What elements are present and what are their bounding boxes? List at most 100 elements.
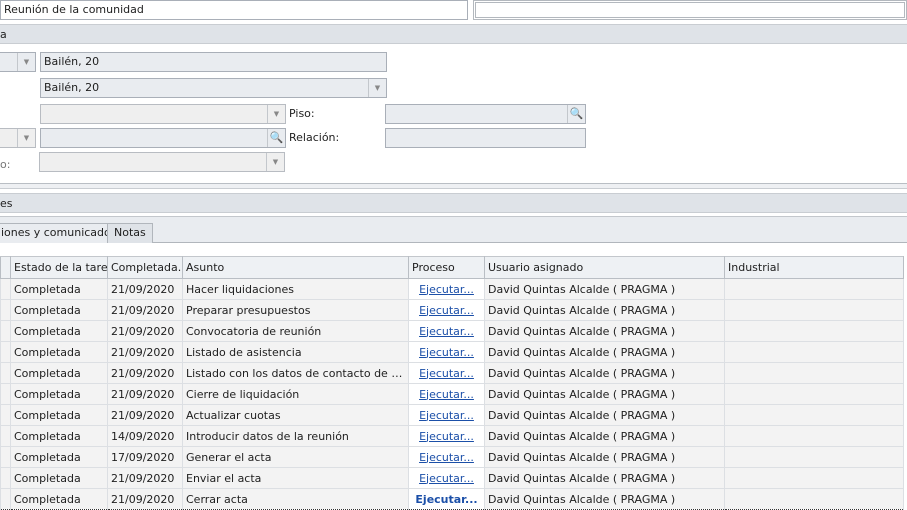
cell-industrial [724, 404, 904, 426]
column-header[interactable]: Estado de la tarea [10, 256, 108, 279]
combo-3[interactable]: ▼ [40, 104, 286, 124]
ejecutar-link[interactable]: Ejecutar... [419, 304, 474, 317]
chevron-down-icon[interactable]: ▼ [17, 53, 35, 71]
type-combo[interactable]: ▼ [0, 52, 36, 72]
table-row[interactable]: Completada 21/09/2020 Cerrar acta Ejecutar.… [0, 488, 904, 510]
cell-industrial [724, 446, 904, 468]
row-indicator[interactable] [0, 299, 11, 321]
cell-proceso: Ejecutar... [408, 341, 485, 363]
table-row[interactable]: Completada 21/09/2020 Convocatoria de reun… [0, 320, 904, 342]
cell-estado: Completada [10, 383, 108, 405]
row-indicator[interactable] [0, 488, 11, 510]
cell-estado: Completada [10, 362, 108, 384]
cell-fecha: 21/09/2020 [107, 299, 183, 321]
cell-asunto: Actualizar cuotas [182, 404, 409, 426]
ejecutar-link[interactable]: Ejecutar... [419, 367, 474, 380]
cell-estado: Completada [10, 446, 108, 468]
ejecutar-link[interactable]: Ejecutar... [419, 409, 474, 422]
table-row[interactable]: Completada 14/09/2020 Introducir datos de … [0, 425, 904, 447]
row-indicator[interactable] [0, 320, 11, 342]
ejecutar-link[interactable]: Ejecutar... [419, 388, 474, 401]
search-icon[interactable]: 🔍 [267, 129, 285, 147]
cell-asunto: Enviar el acta [182, 467, 409, 489]
relacion-label: Relación: [289, 131, 340, 144]
ejecutar-link[interactable]: Ejecutar... [419, 325, 474, 338]
search-icon[interactable]: 🔍 [567, 105, 585, 123]
title-input[interactable]: Reunión de la comunidad [0, 0, 468, 20]
cell-fecha: 21/09/2020 [107, 320, 183, 342]
chevron-down-icon[interactable]: ▼ [368, 79, 386, 97]
partial-label: o: [0, 158, 11, 171]
column-header[interactable]: Usuario asignado [484, 256, 725, 279]
ejecutar-link[interactable]: Ejecutar... [419, 283, 474, 296]
row-indicator[interactable] [0, 362, 11, 384]
cell-proceso: Ejecutar... [408, 446, 485, 468]
table-row[interactable]: Completada 21/09/2020 Listado con los dato… [0, 362, 904, 384]
table-row[interactable]: Completada 21/09/2020 Listado de asistenci… [0, 341, 904, 363]
cell-industrial [724, 341, 904, 363]
cell-fecha: 21/09/2020 [107, 467, 183, 489]
table-row[interactable]: Completada 21/09/2020 Actualizar cuotas Eje… [0, 404, 904, 426]
row-indicator[interactable] [0, 467, 11, 489]
address-combo[interactable]: Bailén, 20 ▼ [40, 78, 387, 98]
relacion-field[interactable] [385, 128, 586, 148]
ejecutar-link[interactable]: Ejecutar... [419, 472, 474, 485]
row-indicator[interactable] [0, 341, 11, 363]
tab-notas[interactable]: Notas [107, 223, 153, 243]
cell-fecha: 21/09/2020 [107, 362, 183, 384]
tab-comunicados[interactable]: iones y comunicados [0, 223, 124, 243]
table-row[interactable]: Completada 21/09/2020 Preparar presupuesto… [0, 299, 904, 321]
ejecutar-link[interactable]: Ejecutar... [419, 346, 474, 359]
table-row[interactable]: Completada 21/09/2020 Cierre de liquidació… [0, 383, 904, 405]
cell-estado: Completada [10, 320, 108, 342]
cell-proceso: Ejecutar... [408, 320, 485, 342]
column-header[interactable] [0, 256, 11, 279]
chevron-down-icon[interactable]: ▼ [267, 105, 285, 123]
cell-asunto: Convocatoria de reunión [182, 320, 409, 342]
cell-usuario: David Quintas Alcalde ( PRAGMA ) [484, 404, 725, 426]
secondary-input[interactable] [473, 0, 907, 20]
row-indicator[interactable] [0, 404, 11, 426]
column-header[interactable]: Proceso [408, 256, 485, 279]
cell-industrial [724, 488, 904, 510]
section-title: a [0, 28, 7, 41]
ejecutar-link[interactable]: Ejecutar... [419, 451, 474, 464]
row-indicator[interactable] [0, 446, 11, 468]
cell-industrial [724, 299, 904, 321]
cell-usuario: David Quintas Alcalde ( PRAGMA ) [484, 320, 725, 342]
section-header-2[interactable]: es [0, 193, 907, 213]
chevron-down-icon[interactable]: ▼ [266, 153, 284, 171]
splitter[interactable] [0, 183, 907, 189]
cell-asunto: Hacer liquidaciones [182, 278, 409, 300]
cell-usuario: David Quintas Alcalde ( PRAGMA ) [484, 425, 725, 447]
cell-proceso: Ejecutar... [408, 383, 485, 405]
table-row[interactable]: Completada 17/09/2020 Generar el acta Ejecu… [0, 446, 904, 468]
cell-proceso: Ejecutar... [408, 278, 485, 300]
ejecutar-link[interactable]: Ejecutar... [415, 493, 477, 506]
address-field[interactable]: Bailén, 20 [40, 52, 387, 72]
piso-label: Piso: [289, 107, 315, 120]
combo-5[interactable]: ▼ [39, 152, 285, 172]
row-indicator[interactable] [0, 425, 11, 447]
cell-proceso: Ejecutar... [408, 404, 485, 426]
ejecutar-link[interactable]: Ejecutar... [419, 430, 474, 443]
column-header[interactable]: Completada... [107, 256, 183, 279]
cell-industrial [724, 320, 904, 342]
row-indicator[interactable] [0, 278, 11, 300]
section-header-1[interactable]: a [0, 24, 907, 44]
table-row[interactable]: Completada 21/09/2020 Enviar el acta Ejecut… [0, 467, 904, 489]
piso-field[interactable]: 🔍 [385, 104, 586, 124]
cell-proceso: Ejecutar... [408, 488, 485, 510]
table-row[interactable]: Completada 21/09/2020 Hacer liquidaciones E… [0, 278, 904, 300]
chevron-down-icon[interactable]: ▼ [17, 129, 35, 147]
column-header[interactable]: Asunto [182, 256, 409, 279]
cell-proceso: Ejecutar... [408, 299, 485, 321]
cell-estado: Completada [10, 425, 108, 447]
cell-industrial [724, 467, 904, 489]
combo-4[interactable]: ▼ [0, 128, 36, 148]
row-indicator[interactable] [0, 383, 11, 405]
lookup-field[interactable]: 🔍 [40, 128, 286, 148]
cell-fecha: 14/09/2020 [107, 425, 183, 447]
column-header[interactable]: Industrial [724, 256, 904, 279]
cell-industrial [724, 383, 904, 405]
